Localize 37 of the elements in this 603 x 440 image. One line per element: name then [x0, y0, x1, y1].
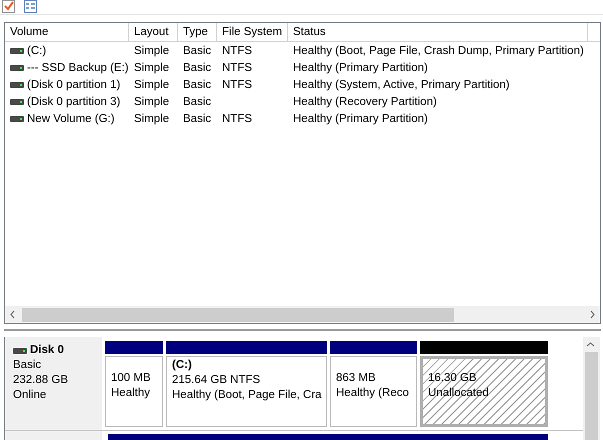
table-cell: (Disk 0 partition 1) [27, 78, 120, 90]
table-cell: Simple [134, 62, 170, 74]
table-cell: NTFS [222, 44, 252, 56]
table-cell: Healthy (System, Active, Primary Partition) [293, 78, 510, 90]
table-cell: Basic [183, 96, 212, 108]
column-header[interactable]: Volume [5, 23, 129, 41]
table-cell: (Disk 0 partition 3) [27, 96, 120, 108]
table-cell: Healthy (Boot, Page File, Crash Dump, Primary Partition) [293, 44, 584, 56]
table-cell: Simple [134, 78, 170, 90]
table-cell: NTFS [222, 78, 252, 90]
column-header[interactable]: File System [217, 23, 288, 41]
partition[interactable]: 863 MB Healthy (Reco [330, 356, 417, 427]
table-cell: Basic [183, 62, 212, 74]
column-header[interactable]: Layout [129, 23, 178, 41]
disk-name: Disk 0 [30, 343, 64, 358]
disk-size: 232.88 GB [13, 373, 69, 388]
partition[interactable]: (C:) 215.64 GB NTFS Healthy (Boot, Page File, Cra [166, 356, 327, 427]
table-cell: Healthy (Primary Partition) [293, 62, 428, 74]
table-cell: Basic [183, 78, 212, 90]
partition[interactable]: 100 MB Healthy [105, 356, 163, 427]
table-cell: NTFS [222, 112, 252, 124]
column-header[interactable]: Type [178, 23, 217, 41]
table-cell: Basic [183, 44, 212, 56]
table-cell: --- SSD Backup (E:) [27, 62, 129, 74]
column-header[interactable]: Status [288, 23, 588, 41]
table-cell: Simple [134, 112, 170, 124]
table-cell: NTFS [222, 62, 252, 74]
table-cell: Healthy (Primary Partition) [293, 112, 428, 124]
table-cell: Simple [134, 96, 170, 108]
table-cell: Simple [134, 44, 170, 56]
table-cell: Basic [183, 112, 212, 124]
table-cell: New Volume (G:) [27, 112, 115, 124]
unallocated-space[interactable]: 16.30 GB Unallocated [420, 356, 548, 427]
disk-type: Basic [13, 358, 42, 373]
disk-status: Online [13, 388, 48, 403]
table-cell: Healthy (Recovery Partition) [293, 96, 437, 108]
table-cell: (C:) [27, 44, 46, 56]
